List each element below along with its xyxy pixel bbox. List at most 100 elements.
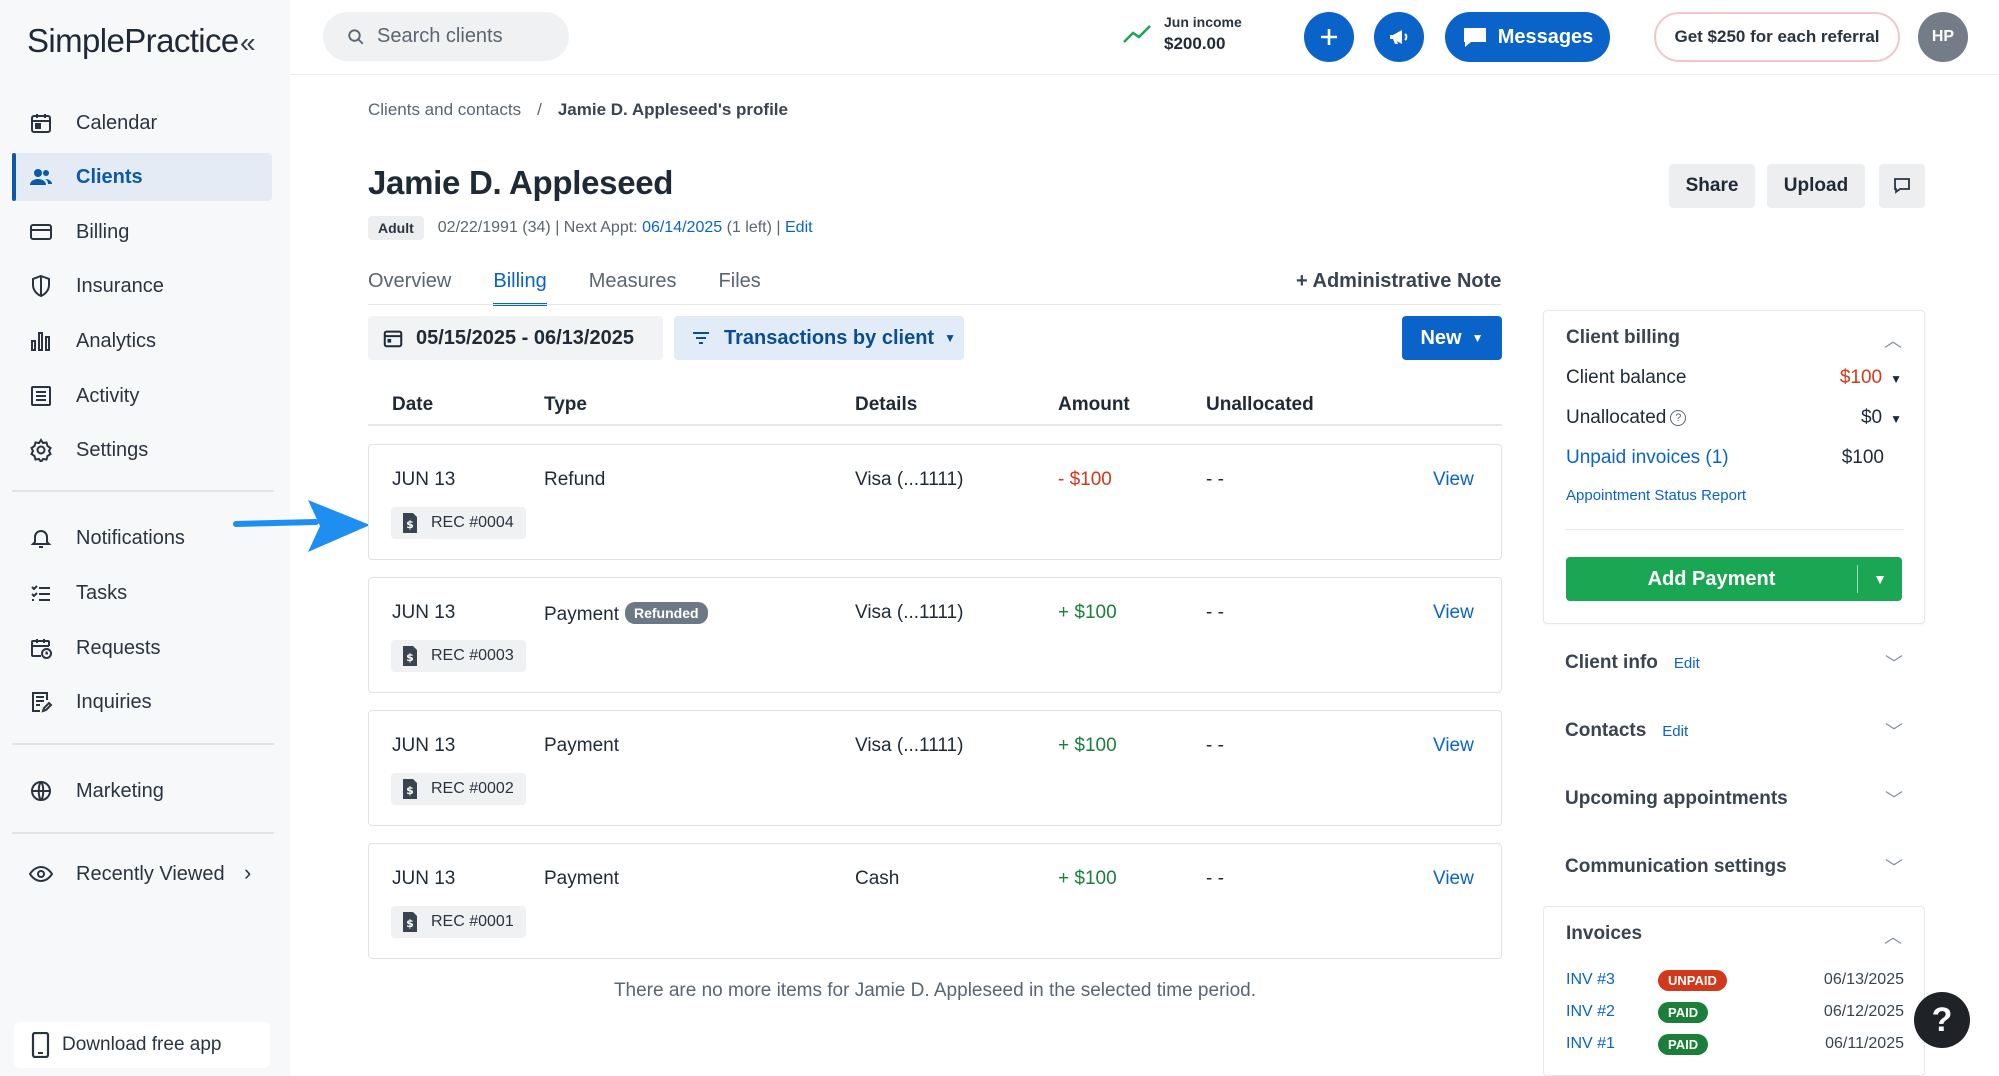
messages-label: Messages — [1497, 25, 1594, 48]
sidebar-item-label: Settings — [76, 438, 149, 461]
unallocated-label: Unallocated — [1566, 407, 1667, 428]
column-header-amount[interactable]: Amount — [1058, 394, 1130, 416]
unallocated-dropdown[interactable]: $0 ▼ — [1861, 407, 1902, 429]
view-link[interactable]: View — [1433, 602, 1474, 624]
invoice-link[interactable]: INV #2 — [1566, 1003, 1658, 1021]
row-amount: + $100 — [1058, 602, 1117, 623]
sidebar-item-calendar[interactable]: Calendar — [14, 99, 272, 147]
section-upcoming-appointments[interactable]: Upcoming appointments ﹀ — [1565, 784, 1925, 814]
sidebar-item-clients[interactable]: Clients — [12, 153, 272, 201]
receipt-dollar-icon: $ — [403, 912, 417, 932]
sidebar-item-marketing[interactable]: Marketing — [14, 767, 272, 815]
section-title: Client info — [1565, 652, 1658, 673]
sidebar-item-activity[interactable]: Activity — [14, 372, 272, 420]
sidebar-item-requests[interactable]: Requests — [14, 624, 272, 672]
column-header-unallocated[interactable]: Unallocated — [1206, 394, 1314, 416]
next-appointment-link[interactable]: 06/14/2025 — [642, 219, 722, 237]
chevron-right-icon: › — [244, 860, 252, 885]
section-title: Communication settings — [1565, 856, 1787, 877]
client-meta: Adult 02/22/1991 (34) | Next Appt: 06/14… — [368, 216, 813, 240]
client-balance-dropdown[interactable]: $100 ▼ — [1840, 367, 1902, 389]
edit-client-link[interactable]: Edit — [785, 219, 813, 237]
messages-button[interactable]: Messages — [1445, 12, 1610, 62]
sidebar-item-tasks[interactable]: Tasks — [14, 569, 272, 617]
row-type-cell: Payment Refunded — [544, 602, 708, 626]
table-row: JUN 13 Payment Visa (...1111) + $100 - -… — [368, 710, 1502, 826]
panel-divider — [1566, 529, 1904, 530]
download-app-button[interactable]: Download free app — [14, 1022, 270, 1068]
breadcrumb: Clients and contacts / Jamie D. Applesee… — [368, 100, 788, 120]
caret-down-icon: ▼ — [944, 331, 956, 345]
add-payment-button[interactable]: Add Payment ▼ — [1566, 557, 1902, 601]
plus-icon — [1321, 29, 1337, 45]
help-button[interactable]: ? — [1914, 992, 1970, 1048]
unpaid-invoices-link[interactable]: Unpaid invoices (1) — [1566, 447, 1729, 469]
invoice-link[interactable]: INV #3 — [1566, 971, 1658, 989]
create-button[interactable] — [1304, 12, 1354, 62]
sidebar-item-billing[interactable]: Billing — [14, 208, 272, 256]
invoice-status-badge: UNPAID — [1658, 969, 1727, 991]
column-header-type[interactable]: Type — [544, 394, 587, 416]
sidebar-item-inquiries[interactable]: Inquiries — [14, 678, 272, 726]
upload-button[interactable]: Upload — [1767, 164, 1865, 208]
date-range-filter[interactable]: 05/15/2025 - 06/13/2025 — [368, 316, 663, 360]
tab-overview[interactable]: Overview — [368, 270, 451, 306]
search-box[interactable] — [323, 12, 569, 61]
row-amount: - $100 — [1058, 469, 1112, 490]
comment-button[interactable] — [1879, 164, 1925, 208]
chevron-up-icon[interactable]: ︿ — [1884, 327, 1902, 353]
transactions-view-dropdown[interactable]: Transactions by client ▼ — [674, 316, 964, 360]
sidebar-item-analytics[interactable]: Analytics — [14, 317, 272, 365]
receipt-chip[interactable]: $ REC #0002 — [391, 773, 526, 805]
sidebar-item-settings[interactable]: Settings — [14, 426, 272, 474]
sidebar-item-insurance[interactable]: Insurance — [14, 262, 272, 310]
row-type: Payment — [544, 604, 619, 625]
tab-billing[interactable]: Billing — [493, 270, 547, 306]
view-link[interactable]: View — [1433, 868, 1474, 890]
invoice-date: 06/13/2025 — [1823, 971, 1904, 988]
breadcrumb-link-clients[interactable]: Clients and contacts — [368, 100, 521, 120]
list-icon — [28, 383, 54, 409]
add-administrative-note-button[interactable]: + Administrative Note — [1296, 270, 1501, 293]
receipt-chip[interactable]: $ REC #0004 — [391, 507, 526, 539]
help-circle-icon[interactable]: ? — [1670, 410, 1687, 426]
section-client-info[interactable]: Client info Edit ﹀ — [1565, 648, 1925, 678]
section-contacts[interactable]: Contacts Edit ﹀ — [1565, 716, 1925, 746]
annotation-arrow-icon — [233, 500, 370, 552]
tab-files[interactable]: Files — [719, 270, 761, 306]
view-link[interactable]: View — [1433, 735, 1474, 757]
tab-measures[interactable]: Measures — [589, 270, 677, 306]
section-communication-settings[interactable]: Communication settings ﹀ — [1565, 852, 1925, 882]
column-header-details[interactable]: Details — [855, 394, 917, 416]
row-unallocated: - - — [1206, 735, 1224, 756]
new-button[interactable]: New ▼ — [1402, 316, 1502, 360]
row-details: Visa (...1111) — [855, 602, 964, 623]
announcements-button[interactable] — [1374, 12, 1424, 62]
calendar-icon — [383, 330, 403, 348]
nav-divider — [12, 490, 274, 492]
avatar[interactable]: HP — [1918, 12, 1968, 62]
share-button[interactable]: Share — [1669, 164, 1755, 208]
chevron-up-icon[interactable]: ︿ — [1884, 923, 1902, 949]
invoice-link[interactable]: INV #1 — [1566, 1035, 1658, 1053]
collapse-sidebar-icon[interactable]: « — [240, 28, 256, 58]
caret-down-icon: ▼ — [1471, 331, 1484, 345]
income-summary[interactable]: Jun income $200.00 — [1122, 14, 1242, 54]
receipt-number: REC #0001 — [431, 913, 514, 930]
column-header-date[interactable]: Date — [392, 394, 433, 416]
receipt-chip[interactable]: $ REC #0001 — [391, 906, 526, 938]
view-link[interactable]: View — [1433, 469, 1474, 491]
svg-text:$: $ — [406, 651, 414, 664]
receipt-chip[interactable]: $ REC #0003 — [391, 640, 526, 672]
referral-button[interactable]: Get $250 for each referral — [1654, 12, 1900, 62]
topbar-divider — [290, 74, 1999, 75]
credit-card-icon — [28, 219, 54, 245]
edit-contacts-link[interactable]: Edit — [1662, 723, 1688, 740]
nav-divider — [12, 832, 274, 834]
search-input[interactable] — [377, 25, 547, 48]
caret-down-icon[interactable]: ▼ — [1858, 571, 1902, 587]
appointment-status-report-link[interactable]: Appointment Status Report — [1566, 487, 1746, 504]
sidebar-item-recently-viewed[interactable]: Recently Viewed › — [14, 850, 272, 898]
edit-client-info-link[interactable]: Edit — [1674, 655, 1700, 672]
table-header-divider — [368, 424, 1502, 426]
